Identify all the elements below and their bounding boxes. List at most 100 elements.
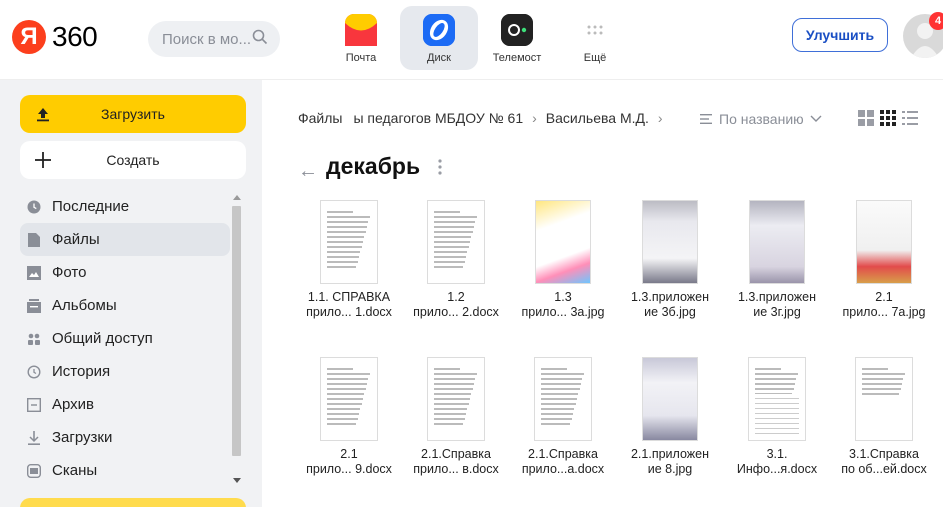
more-dots-icon xyxy=(579,14,611,46)
sidebar-item-label: Файлы xyxy=(52,231,100,248)
back-arrow-icon[interactable]: ← xyxy=(298,160,318,183)
file-tile[interactable]: 2.1.приложен ие 8.jpg xyxy=(616,357,724,477)
file-name-line2: прило... 2.docx xyxy=(413,305,499,319)
file-thumbnail xyxy=(427,200,485,284)
file-thumbnail xyxy=(320,357,378,441)
sidebar-item-label: Сканы xyxy=(52,462,98,479)
file-thumbnail xyxy=(427,357,485,441)
file-thumbnail xyxy=(856,200,912,284)
search-icon[interactable] xyxy=(252,29,268,45)
service-telemost[interactable]: Телемост xyxy=(478,6,556,70)
create-button[interactable]: Создать xyxy=(20,141,246,179)
mail-icon xyxy=(345,14,377,46)
sidebar-nav: Последние Файлы Фото Альбомы Общий досту… xyxy=(20,190,230,487)
view-switcher xyxy=(858,110,918,126)
file-tile[interactable]: 3.1.Справка по об...ей.docx xyxy=(830,357,938,477)
file-tile[interactable]: 2.1 прило... 9.docx xyxy=(295,357,403,477)
breadcrumb-item-files[interactable]: Файлы xyxy=(298,110,342,126)
file-tile[interactable]: 2.1 прило... 7a.jpg xyxy=(830,200,938,320)
file-name-line2: прило... 1.docx xyxy=(306,305,392,319)
sidebar-scrollbar[interactable] xyxy=(232,192,242,488)
sort-icon xyxy=(700,114,712,124)
file-tile[interactable]: 1.3.приложен ие 3б.jpg xyxy=(616,200,724,320)
create-label: Создать xyxy=(106,152,160,168)
file-thumbnail xyxy=(642,357,698,441)
file-name-line2: по об...ей.docx xyxy=(841,462,927,476)
service-telemost-label: Телемост xyxy=(492,52,542,64)
search-placeholder: Поиск в мо... xyxy=(162,30,252,48)
sidebar-item-history[interactable]: История xyxy=(20,355,230,388)
file-name: 2.1.Справка прило...а.docx xyxy=(509,447,617,477)
disk-icon xyxy=(423,14,455,46)
file-thumbnail xyxy=(855,357,913,441)
file-tile[interactable]: 1.1. СПРАВКА прило... 1.docx xyxy=(295,200,403,320)
file-name: 1.2 прило... 2.docx xyxy=(402,290,510,320)
file-name-line2: прило... 9.docx xyxy=(306,462,392,476)
file-name-line2: ие 3б.jpg xyxy=(644,305,696,319)
breadcrumb-item-folder[interactable]: ы педагогов МБДОУ № 61 xyxy=(353,110,523,126)
upgrade-button[interactable]: Улучшить xyxy=(792,18,888,52)
scroll-thumb[interactable] xyxy=(232,206,241,456)
folder-title: декабрь xyxy=(326,153,421,179)
sidebar-item-shared[interactable]: Общий доступ xyxy=(20,322,230,355)
sidebar-item-photo[interactable]: Фото xyxy=(20,256,230,289)
file-name-line2: ие 8.jpg xyxy=(647,462,693,476)
sidebar-item-recent[interactable]: Последние xyxy=(20,190,230,223)
sidebar-item-archive[interactable]: Архив xyxy=(20,388,230,421)
file-name-line2: Инфо...я.docx xyxy=(736,462,818,476)
file-thumbnail xyxy=(320,200,378,284)
yandex-360-logo[interactable]: Я 360 xyxy=(12,20,98,54)
list-view-icon[interactable] xyxy=(902,110,918,126)
archive-icon xyxy=(26,397,42,413)
kebab-menu-icon[interactable] xyxy=(438,157,442,177)
breadcrumb-item-current[interactable]: Васильева М.Д. xyxy=(546,110,649,126)
scroll-up-arrow[interactable] xyxy=(233,195,241,200)
sort-dropdown[interactable]: По названию xyxy=(700,111,822,127)
sidebar-item-label: Альбомы xyxy=(52,297,117,314)
file-tile[interactable]: 1.2 прило... 2.docx xyxy=(402,200,510,320)
file-name: 1.3.приложен ие 3г.jpg xyxy=(723,290,831,320)
file-icon xyxy=(26,232,42,248)
downloads-icon xyxy=(26,430,42,446)
logo-360-text: 360 xyxy=(52,21,98,52)
sidebar-item-files[interactable]: Файлы xyxy=(20,223,230,256)
file-tile[interactable]: 2.1.Справка прило... в.docx xyxy=(402,357,510,477)
service-mail[interactable]: Почта xyxy=(322,6,400,70)
chevron-right-icon: › xyxy=(657,110,663,126)
sidebar-promo-block[interactable] xyxy=(20,498,246,507)
file-name-line2: ие 3г.jpg xyxy=(753,305,801,319)
service-disk[interactable]: Диск xyxy=(400,6,478,70)
file-thumbnail xyxy=(748,357,806,441)
top-bar: Я 360 Поиск в мо... Почта Диск Телемост xyxy=(0,0,943,80)
service-more[interactable]: Ещё xyxy=(556,6,634,70)
sidebar-item-downloads[interactable]: Загрузки xyxy=(20,421,230,454)
file-thumbnail xyxy=(642,200,698,284)
file-name: 1.3.приложен ие 3б.jpg xyxy=(616,290,724,320)
file-tile[interactable]: 1.3.приложен ие 3г.jpg xyxy=(723,200,831,320)
file-thumbnail xyxy=(534,357,592,441)
upload-button[interactable]: Загрузить xyxy=(20,95,246,133)
file-tile[interactable]: 1.3 прило... 3a.jpg xyxy=(509,200,617,320)
notification-badge: 4 xyxy=(929,12,943,30)
sidebar-item-scans[interactable]: Сканы xyxy=(20,454,230,487)
service-more-label: Ещё xyxy=(583,52,607,64)
file-name: 3.1.Справка по об...ей.docx xyxy=(830,447,938,477)
file-tile[interactable]: 3.1. Инфо...я.docx xyxy=(723,357,831,477)
file-name-line2: прило... 3a.jpg xyxy=(521,305,605,319)
file-name-line1: 2.1.Справка xyxy=(528,447,598,461)
search-input[interactable]: Поиск в мо... xyxy=(148,21,280,57)
sidebar-item-albums[interactable]: Альбомы xyxy=(20,289,230,322)
upload-label: Загрузить xyxy=(101,106,165,122)
file-name-line1: 1.2 xyxy=(447,290,465,304)
file-name-line1: 2.1 xyxy=(340,447,358,461)
small-tiles-icon[interactable] xyxy=(880,110,896,126)
file-name-line1: 1.3.приложен xyxy=(630,290,709,304)
sidebar-item-label: Общий доступ xyxy=(52,330,153,347)
large-tiles-icon[interactable] xyxy=(858,110,874,126)
clock-icon xyxy=(26,199,42,215)
sidebar-item-label: История xyxy=(52,363,111,380)
albums-icon xyxy=(26,298,42,314)
sidebar-item-label: Архив xyxy=(52,396,95,413)
scroll-down-arrow[interactable] xyxy=(233,478,241,483)
file-tile[interactable]: 2.1.Справка прило...а.docx xyxy=(509,357,617,477)
